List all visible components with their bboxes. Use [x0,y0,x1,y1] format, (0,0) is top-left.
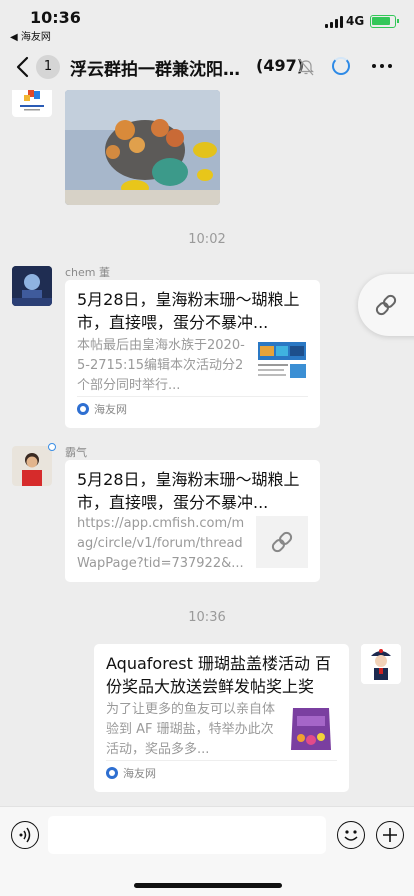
user-avatar-image [12,266,52,306]
mute-bell-icon [298,58,314,76]
network-type: 4G [346,14,365,28]
avatar[interactable] [12,446,52,486]
avatar[interactable] [361,644,401,684]
card-description: 本帖最后由皇海水族于2020-5-2715:15编辑本次活动分2个部分同时举行.… [77,338,245,393]
avatar[interactable] [12,90,52,117]
sender-name: chem 董 [65,266,110,279]
card-title: 5月28日，皇海粉末珊～瑚粮上市，直接喂，蛋分不暴冲... [77,290,300,332]
card-title: Aquaforest 珊瑚盐盖楼活动 百份奖品大放送尝鲜发帖奖上奖 [106,654,332,696]
message-input[interactable] [48,816,326,854]
link-card[interactable]: Aquaforest 珊瑚盐盖楼活动 百份奖品大放送尝鲜发帖奖上奖 为了让更多的… [94,644,349,792]
card-source: 海友网 [106,765,156,781]
brand-logo-icon [20,90,44,111]
status-time: 10:36 [30,8,81,27]
voice-input-icon[interactable] [11,821,39,849]
more-options-icon[interactable] [372,64,392,68]
member-count: (497) [256,56,305,75]
card-thumbnail [256,338,308,390]
group-title: 浮云群拍一群兼沈阳… [70,60,240,80]
site-logo-icon [77,403,89,415]
unread-count-badge[interactable]: 1 [36,55,60,79]
chat-header: 1 浮云群拍一群兼沈阳… (497) [0,44,414,90]
card-description: 为了让更多的鱼友可以亲自体验到 AF 珊瑚盐，特举办此次活动，奖品多多... [106,702,276,757]
status-bar: 10:36 ◀ 海友网 4G [0,0,414,44]
card-source: 海友网 [77,401,127,417]
back-arrow-icon[interactable] [12,54,36,80]
link-card[interactable]: 5月28日，皇海粉末珊～瑚粮上市，直接喂，蛋分不暴冲... https://ap… [65,460,320,582]
loading-spinner-icon [332,57,350,75]
plus-icon[interactable] [376,821,404,849]
card-description: https://app.cmfish.com/mag/circle/v1/for… [77,516,245,571]
battery-icon [370,15,399,28]
card-link-placeholder [256,516,308,568]
sender-name: 霸气 [65,446,87,459]
card-thumbnail [285,702,337,754]
online-indicator [48,443,56,451]
link-card[interactable]: 5月28日，皇海粉末珊～瑚粮上市，直接喂，蛋分不暴冲... 本帖最后由皇海水族于… [65,280,320,428]
home-indicator[interactable] [134,883,282,888]
floating-link-button[interactable] [358,274,414,336]
coral-photo-image [65,90,220,205]
product-bag-image [285,702,337,754]
back-to-app-link[interactable]: ◀ 海友网 [10,28,51,43]
source-label: 海友网 [123,767,156,780]
user-avatar-image [12,446,52,486]
site-logo-icon [106,767,118,779]
timestamp: 10:36 [188,610,226,625]
user-avatar-image [361,644,401,684]
signal-icon [325,16,343,28]
message-list[interactable]: 10:02 chem 董 5月28日，皇海粉末珊～瑚粮上市，直接喂，蛋分不暴冲.… [0,90,414,806]
timestamp: 10:02 [188,232,226,247]
avatar[interactable] [12,266,52,306]
link-icon [271,531,293,553]
article-thumbnail-image [256,338,308,390]
link-icon [375,294,397,316]
source-label: 海友网 [94,403,127,416]
card-title: 5月28日，皇海粉末珊～瑚粮上市，直接喂，蛋分不暴冲... [77,470,300,512]
emoji-icon[interactable] [337,821,365,849]
reef-tank-photo[interactable] [65,90,220,205]
